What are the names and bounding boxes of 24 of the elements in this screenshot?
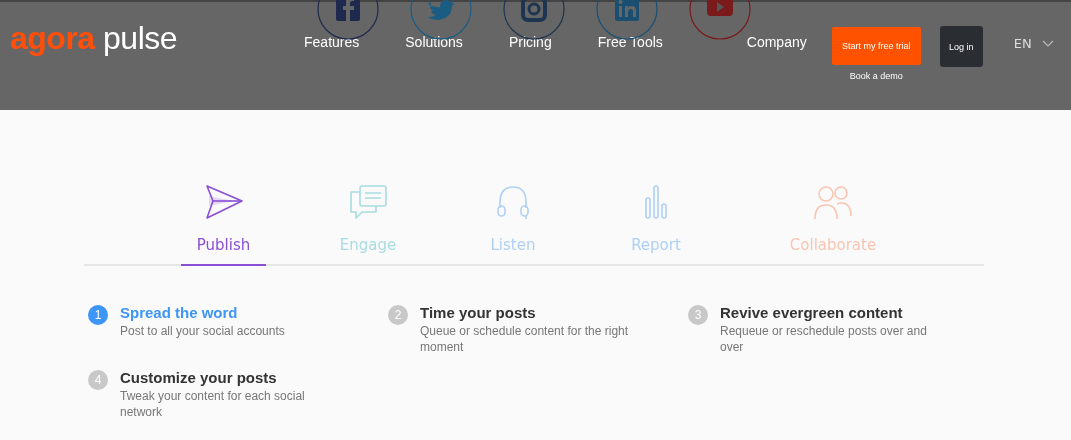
step-description: Queue or schedule content for the right moment [420, 323, 630, 355]
nav-link[interactable]: Features [304, 32, 360, 52]
step-title[interactable]: Spread the word [120, 304, 345, 321]
nav-link[interactable]: Free Tools [597, 32, 663, 52]
login-button[interactable]: Log in [939, 26, 983, 67]
chevron-down-icon[interactable] [1041, 40, 1054, 47]
step-description: Requeue or reschedule posts over and over [720, 323, 928, 355]
book-demo-link[interactable]: Book a demo [849, 71, 903, 81]
step-number: 1 [88, 305, 108, 325]
step-title[interactable]: Customize your posts [120, 369, 345, 386]
step-title[interactable]: Time your posts [420, 304, 645, 321]
step-description: Tweak your content for each social network [120, 388, 306, 420]
feature-tab[interactable]: Publish [181, 172, 266, 266]
chat-bubbles-icon [348, 184, 388, 220]
language-selector[interactable]: EN [1013, 36, 1032, 51]
nav-link[interactable]: Pricing [508, 32, 552, 52]
paper-plane-icon [203, 184, 244, 220]
free-trial-button[interactable]: Start my free trial [831, 27, 921, 65]
step-description: Post to all your social accounts [120, 323, 286, 339]
people-icon [813, 184, 853, 220]
nav-link[interactable]: Solutions [405, 32, 463, 52]
nav-link[interactable]: Company [746, 32, 807, 52]
step-title[interactable]: Revive evergreen content [720, 304, 945, 321]
logo[interactable]: agora pulse [10, 16, 178, 60]
